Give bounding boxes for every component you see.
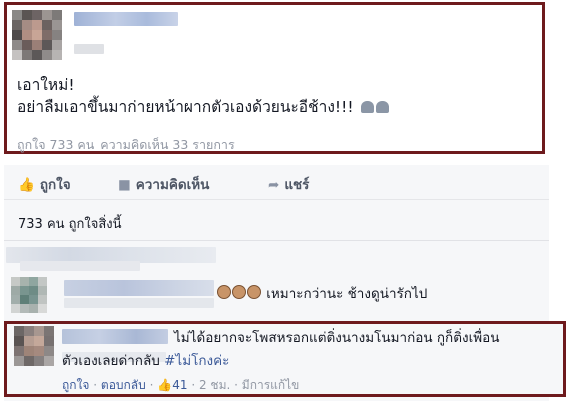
- blurred-comment-row: [20, 261, 140, 271]
- comment-line-2-text: ตัวเองเลยด่ากลับ: [62, 353, 160, 369]
- separator-dot: ·: [234, 378, 238, 392]
- like-label: ถูกใจ: [39, 177, 71, 193]
- comment-line-1: ไม่ได้อยากจะโพสหรอกแต่ติ่งนางมโนมาก่อน ก…: [174, 330, 500, 346]
- comment-label: ความคิดเห็น: [135, 177, 210, 193]
- comment-bubble-icon: ■: [118, 177, 131, 193]
- post-author-name[interactable]: [74, 12, 178, 26]
- like-button[interactable]: 👍 ถูกใจ: [18, 173, 71, 195]
- share-button[interactable]: ➦ แชร์: [268, 173, 309, 195]
- likes-summary[interactable]: 733 คน ถูกใจสิ่งนี้: [18, 213, 122, 234]
- comment-line-2: ตัวเองเลยด่ากลับ #ไม่โกงค่ะ: [62, 349, 229, 371]
- separator-dot: ·: [93, 378, 98, 392]
- comment-actions: ถูกใจ · ตอบกลับ · 👍41 · 2 ชม. · มีการแก้…: [62, 376, 299, 395]
- monkey-emoji-icon: [247, 285, 261, 299]
- post-likes-count[interactable]: ถูกใจ 733 คน: [17, 137, 94, 152]
- comment-body: ไม่ได้อยากจะโพสหรอกแต่ติ่งนางมโนมาก่อน ก…: [174, 327, 544, 349]
- post-text: เอาใหม่! อย่าลืมเอาขึ้นมาก่ายหน้าผากตัวเ…: [17, 74, 389, 118]
- hashtag-link[interactable]: #ไม่โกงค่ะ: [164, 353, 229, 369]
- comment-author-name[interactable]: [62, 329, 168, 344]
- comment-like-count[interactable]: 41: [172, 378, 187, 392]
- comment-timestamp[interactable]: 2 ชม.: [199, 378, 230, 392]
- post-text-line-2-text: อย่าลืมเอาขึ้นมาก่ายหน้าผากตัวเองด้วยนะอ…: [17, 98, 354, 116]
- monkey-emoji-icon: [217, 285, 231, 299]
- comment-button[interactable]: ■ ความคิดเห็น: [118, 173, 209, 195]
- elephant-emoji-icon: [375, 101, 389, 113]
- share-label: แชร์: [284, 177, 310, 193]
- post-stats: ถูกใจ 733 คน ความคิดเห็น 33 รายการ: [17, 135, 241, 155]
- likes-summary-row: 733 คน ถูกใจสิ่งนี้: [4, 200, 549, 241]
- share-arrow-icon: ➦: [268, 177, 280, 193]
- thumbs-up-icon: 👍: [18, 177, 35, 193]
- comment-author-avatar[interactable]: [14, 326, 54, 366]
- post-comments-count[interactable]: ความคิดเห็น 33 รายการ: [100, 137, 234, 152]
- comment-reply-link[interactable]: ตอบกลับ: [101, 378, 146, 392]
- comment-author-name[interactable]: [64, 280, 214, 296]
- comment-body: เหมาะกว่านะ ช้างดูน่ารักไป: [266, 286, 428, 302]
- post-text-line-1: เอาใหม่!: [17, 76, 75, 94]
- comment-author-avatar[interactable]: [11, 277, 47, 313]
- comment-edited-label[interactable]: มีการแก้ไข: [242, 378, 300, 392]
- separator-dot: ·: [191, 378, 196, 392]
- post-timestamp[interactable]: [74, 44, 104, 54]
- post-author-avatar[interactable]: [12, 10, 62, 60]
- comment-like-link[interactable]: ถูกใจ: [62, 378, 89, 392]
- blurred-comment-row: [64, 298, 214, 308]
- monkey-emoji-icon: [232, 285, 246, 299]
- post-text-line-2: อย่าลืมเอาขึ้นมาก่ายหน้าผากตัวเองด้วยนะอ…: [17, 96, 389, 118]
- post-action-bar: 👍 ถูกใจ ■ ความคิดเห็น ➦ แชร์: [4, 165, 549, 200]
- thumbs-up-icon: 👍: [157, 378, 173, 392]
- separator-dot: ·: [149, 378, 154, 392]
- elephant-emoji-icon: [360, 101, 374, 113]
- comment-text: เหมาะกว่านะ ช้างดูน่ารักไป: [217, 282, 427, 304]
